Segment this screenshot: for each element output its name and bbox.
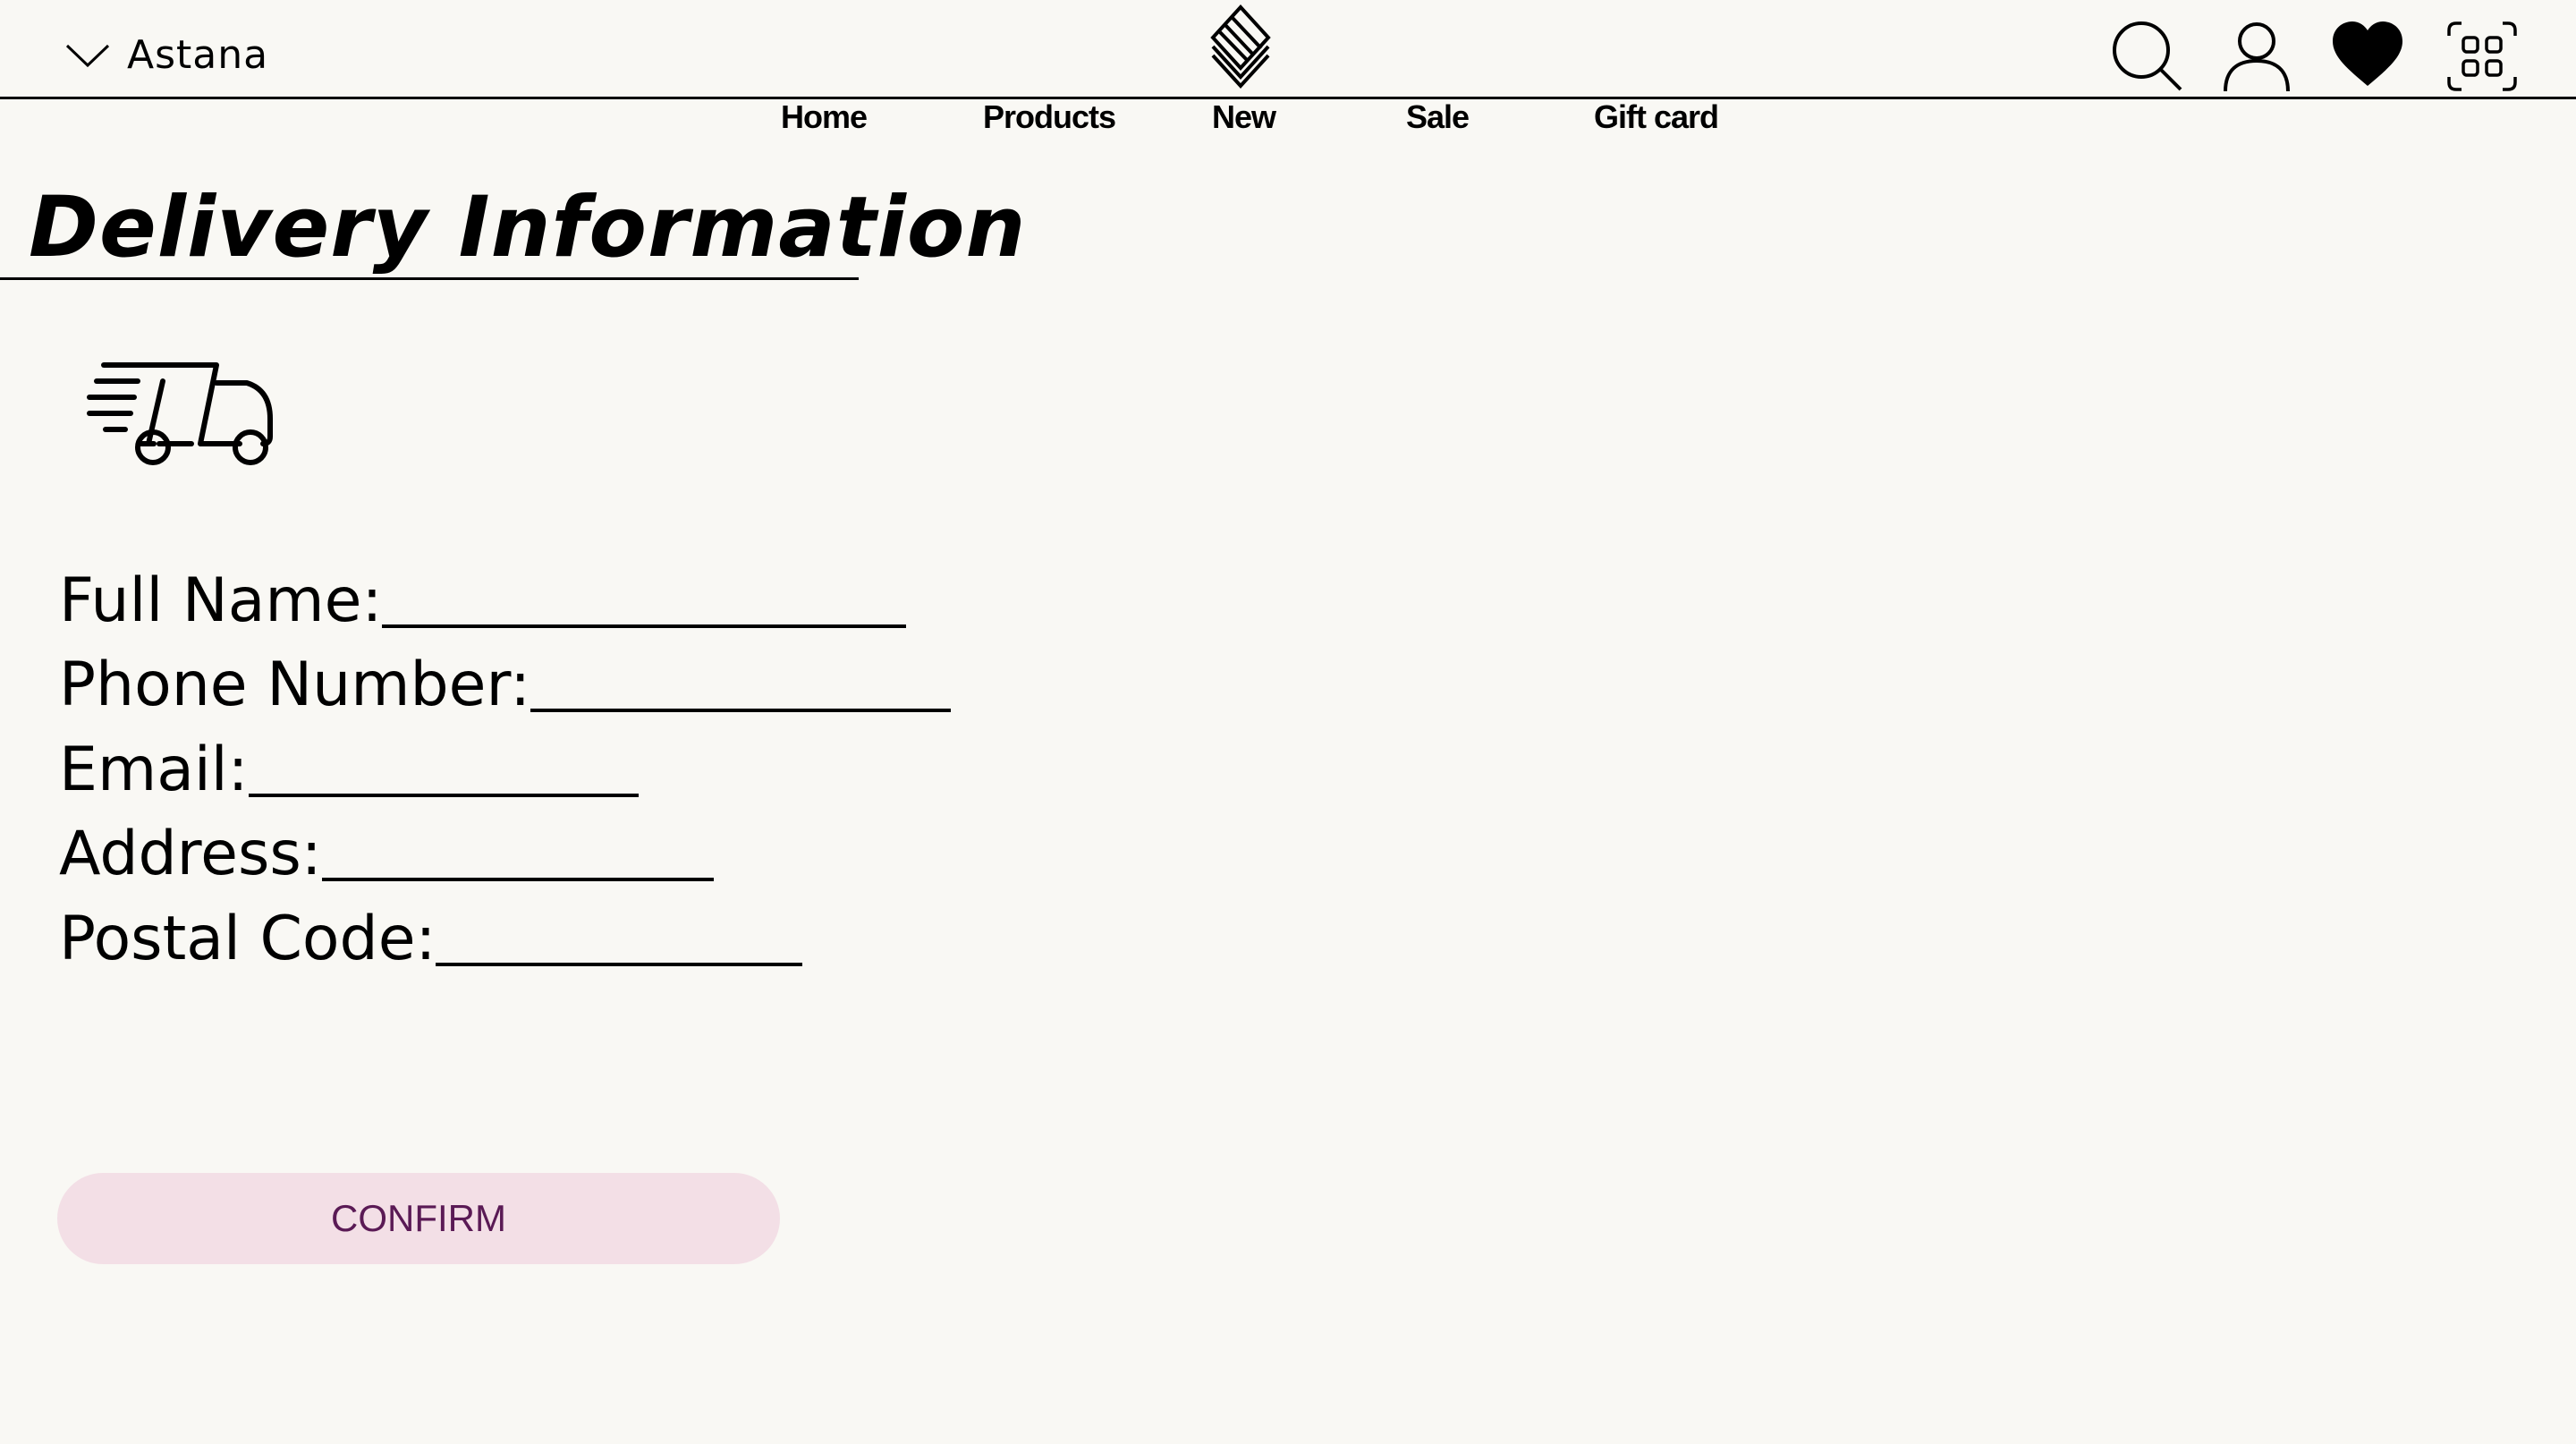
email-field: Email: bbox=[59, 735, 639, 806]
nav-sale[interactable]: Sale bbox=[1406, 98, 1470, 136]
address-field: Address: bbox=[59, 819, 714, 890]
address-input[interactable] bbox=[321, 878, 714, 881]
top-bar: Astana bbox=[0, 0, 2576, 99]
email-input[interactable] bbox=[248, 794, 639, 797]
email-label: Email: bbox=[59, 735, 249, 805]
phone-number-field: Phone Number: bbox=[59, 650, 952, 721]
address-label: Address: bbox=[59, 819, 322, 889]
postal-code-label: Postal Code: bbox=[59, 904, 436, 974]
full-name-input[interactable] bbox=[382, 624, 907, 628]
page-title: Delivery Information bbox=[29, 179, 1027, 276]
postal-code-field: Postal Code: bbox=[59, 904, 803, 975]
nav-gift-card[interactable]: Gift card bbox=[1594, 98, 1719, 136]
confirm-button[interactable]: CONFIRM bbox=[57, 1173, 780, 1264]
phone-number-input[interactable] bbox=[530, 709, 952, 712]
full-name-field: Full Name: bbox=[59, 565, 907, 637]
nav-products[interactable]: Products bbox=[983, 98, 1116, 136]
phone-number-label: Phone Number: bbox=[59, 650, 531, 720]
search-icon[interactable] bbox=[2111, 20, 2184, 93]
grid-menu-icon[interactable] bbox=[2445, 20, 2519, 93]
nav-new[interactable]: New bbox=[1212, 98, 1276, 136]
postal-code-input[interactable] bbox=[436, 963, 803, 966]
title-underline bbox=[0, 277, 859, 280]
nav-home[interactable]: Home bbox=[781, 98, 868, 136]
heart-icon[interactable] bbox=[2331, 20, 2404, 93]
header-icons bbox=[0, 16, 2576, 97]
main-nav: Home Products New Sale Gift card bbox=[0, 98, 2576, 143]
user-icon[interactable] bbox=[2220, 20, 2293, 93]
full-name-label: Full Name: bbox=[59, 565, 383, 636]
delivery-truck-icon bbox=[87, 362, 273, 465]
